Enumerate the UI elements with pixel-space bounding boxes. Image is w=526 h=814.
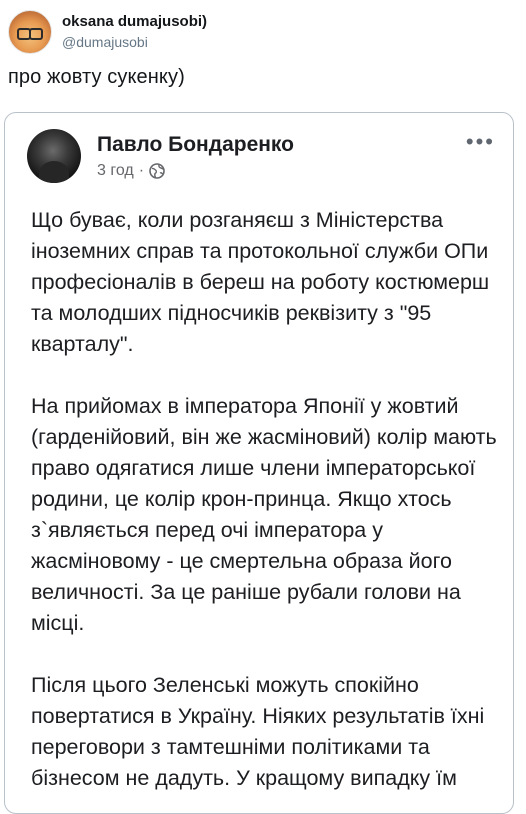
- tweet-header: oksana dumajusobi) @dumajusobi: [8, 10, 207, 54]
- user-names: oksana dumajusobi) @dumajusobi: [62, 12, 207, 52]
- separator-dot: ·: [138, 162, 145, 179]
- post-body: Що буває, коли розганяєш з Міністерства …: [31, 205, 501, 813]
- post-meta: Павло Бондаренко 3 год ·: [97, 132, 294, 180]
- post-time[interactable]: 3 год: [97, 162, 134, 180]
- user-avatar[interactable]: [8, 10, 52, 54]
- globe-icon: [149, 163, 165, 179]
- more-options-icon[interactable]: •••: [466, 131, 495, 153]
- post-paragraph: Що буває, коли розганяєш з Міністерства …: [31, 208, 490, 356]
- avatar-glasses: [17, 28, 43, 40]
- tweet-text: про жовту сукенку): [8, 66, 185, 88]
- embedded-post-card: Павло Бондаренко 3 год · ••• Що буває, к…: [4, 112, 514, 814]
- post-author-avatar[interactable]: [27, 129, 81, 183]
- post-paragraph: На прийомах в імператора Японії у жовтий…: [31, 394, 497, 635]
- display-name[interactable]: oksana dumajusobi): [62, 12, 207, 32]
- post-subline: 3 год ·: [97, 162, 294, 180]
- user-handle[interactable]: @dumajusobi: [62, 32, 207, 52]
- post-author-name[interactable]: Павло Бондаренко: [97, 132, 294, 158]
- post-paragraph: Після цього Зеленські можуть спокійно по…: [31, 673, 485, 790]
- post-header: Павло Бондаренко 3 год ·: [27, 129, 294, 183]
